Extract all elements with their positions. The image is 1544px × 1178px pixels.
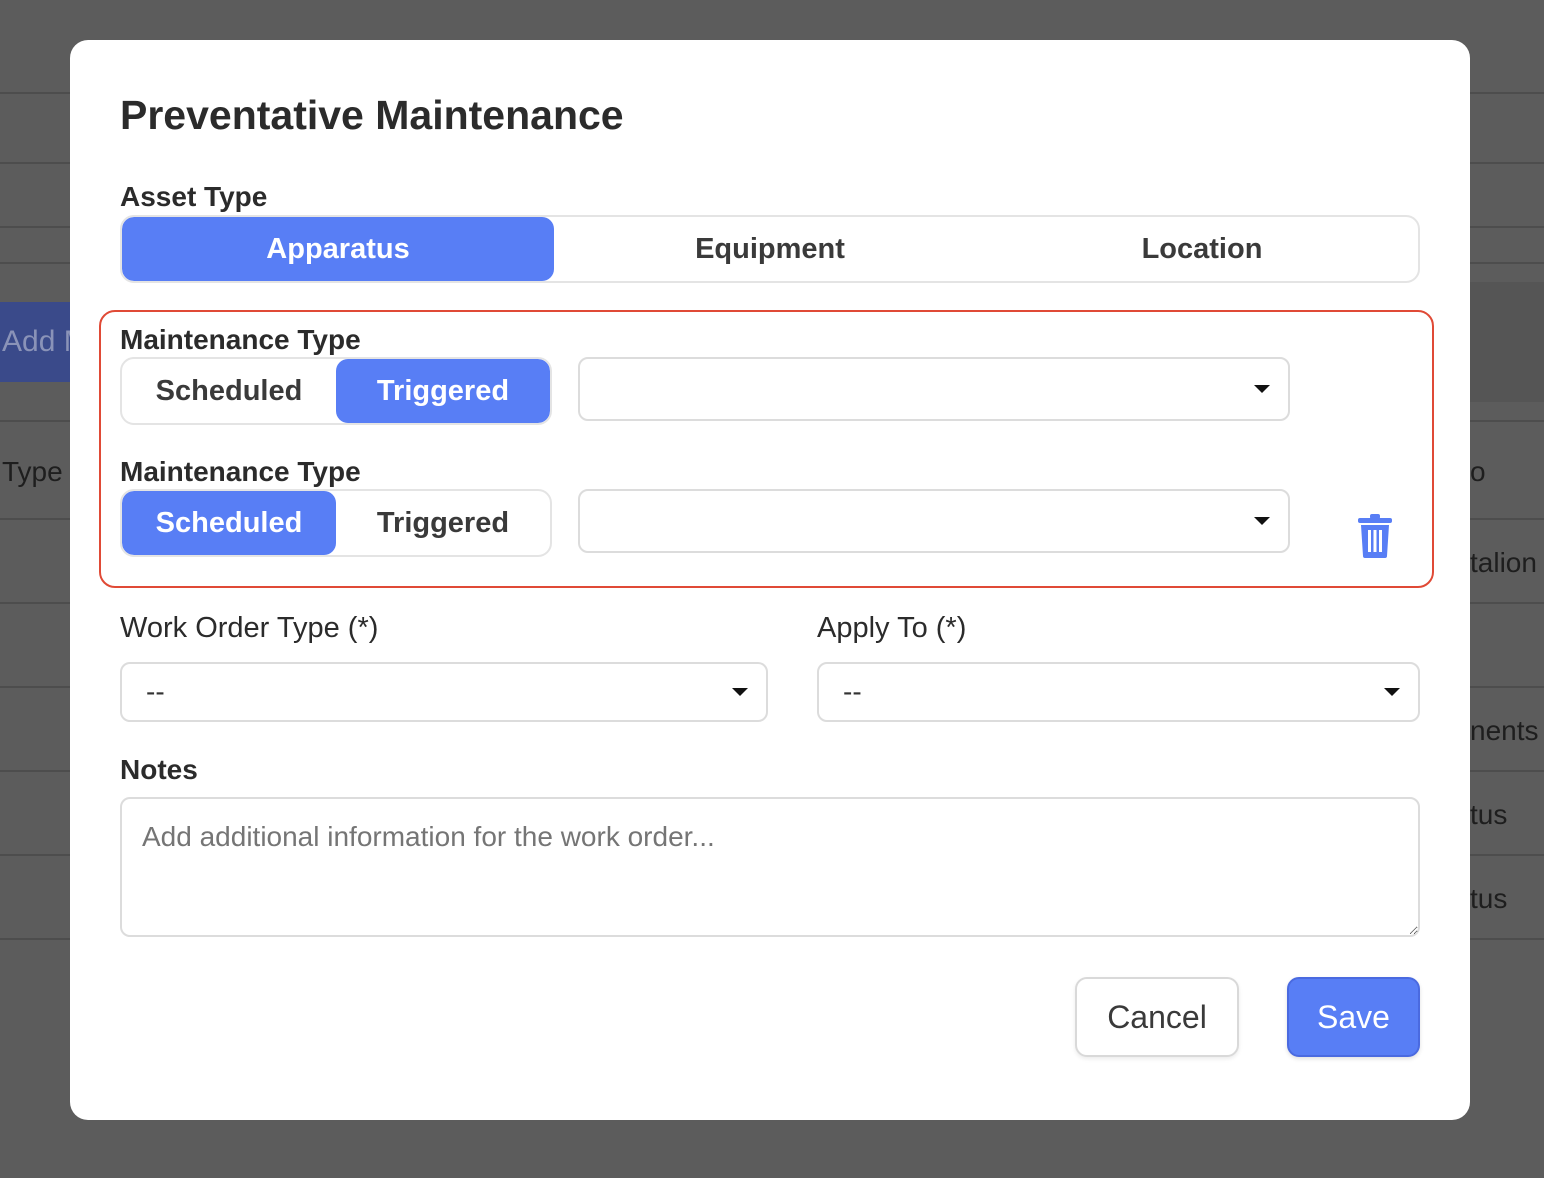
modal-title: Preventative Maintenance	[120, 92, 624, 138]
caret-down-icon	[1254, 517, 1270, 525]
toolbar-band	[1470, 282, 1544, 402]
caret-down-icon	[1384, 688, 1400, 696]
work-order-type-label: Work Order Type (*)	[120, 612, 379, 644]
apply-to-label: Apply To (*)	[817, 612, 967, 644]
cell-fragment: nents	[1470, 715, 1539, 746]
maintenance-schedule-select[interactable]	[578, 489, 1290, 553]
column-header-fragment: o	[1470, 456, 1486, 487]
notes-label: Notes	[120, 754, 198, 785]
apply-to-select[interactable]: --	[817, 662, 1420, 722]
maintenance-type-triggered[interactable]: Triggered	[336, 491, 550, 555]
maintenance-type-label: Maintenance Type	[120, 324, 361, 355]
save-button[interactable]: Save	[1287, 977, 1420, 1057]
maintenance-type-toggle: Scheduled Triggered	[120, 489, 552, 557]
caret-down-icon	[732, 688, 748, 696]
cell-fragment: tus	[1470, 883, 1508, 914]
asset-type-label: Asset Type	[120, 181, 268, 212]
asset-type-location[interactable]: Location	[986, 217, 1418, 281]
cancel-button[interactable]: Cancel	[1075, 977, 1239, 1057]
column-header-type: Type	[2, 456, 63, 487]
add-button[interactable]: Add M	[0, 302, 72, 382]
asset-type-apparatus[interactable]: Apparatus	[122, 217, 554, 281]
maintenance-type-scheduled[interactable]: Scheduled	[122, 491, 336, 555]
maintenance-type-scheduled[interactable]: Scheduled	[122, 359, 336, 423]
preventative-maintenance-modal: Preventative Maintenance Asset Type Appa…	[70, 40, 1470, 1120]
maintenance-type-label: Maintenance Type	[120, 456, 361, 487]
cell-fragment: tus	[1470, 799, 1508, 830]
asset-type-segmented-control: Apparatus Equipment Location	[120, 215, 1420, 283]
maintenance-trigger-select[interactable]	[578, 357, 1290, 421]
maintenance-type-triggered[interactable]: Triggered	[336, 359, 550, 423]
cell-fragment: talion 1	[1470, 547, 1544, 578]
notes-textarea[interactable]	[120, 797, 1420, 937]
trash-icon[interactable]	[1357, 513, 1393, 559]
caret-down-icon	[1254, 385, 1270, 393]
select-value: --	[843, 676, 862, 707]
asset-type-equipment[interactable]: Equipment	[554, 217, 986, 281]
work-order-type-select[interactable]: --	[120, 662, 768, 722]
select-value: --	[146, 676, 165, 707]
maintenance-type-toggle: Scheduled Triggered	[120, 357, 552, 425]
